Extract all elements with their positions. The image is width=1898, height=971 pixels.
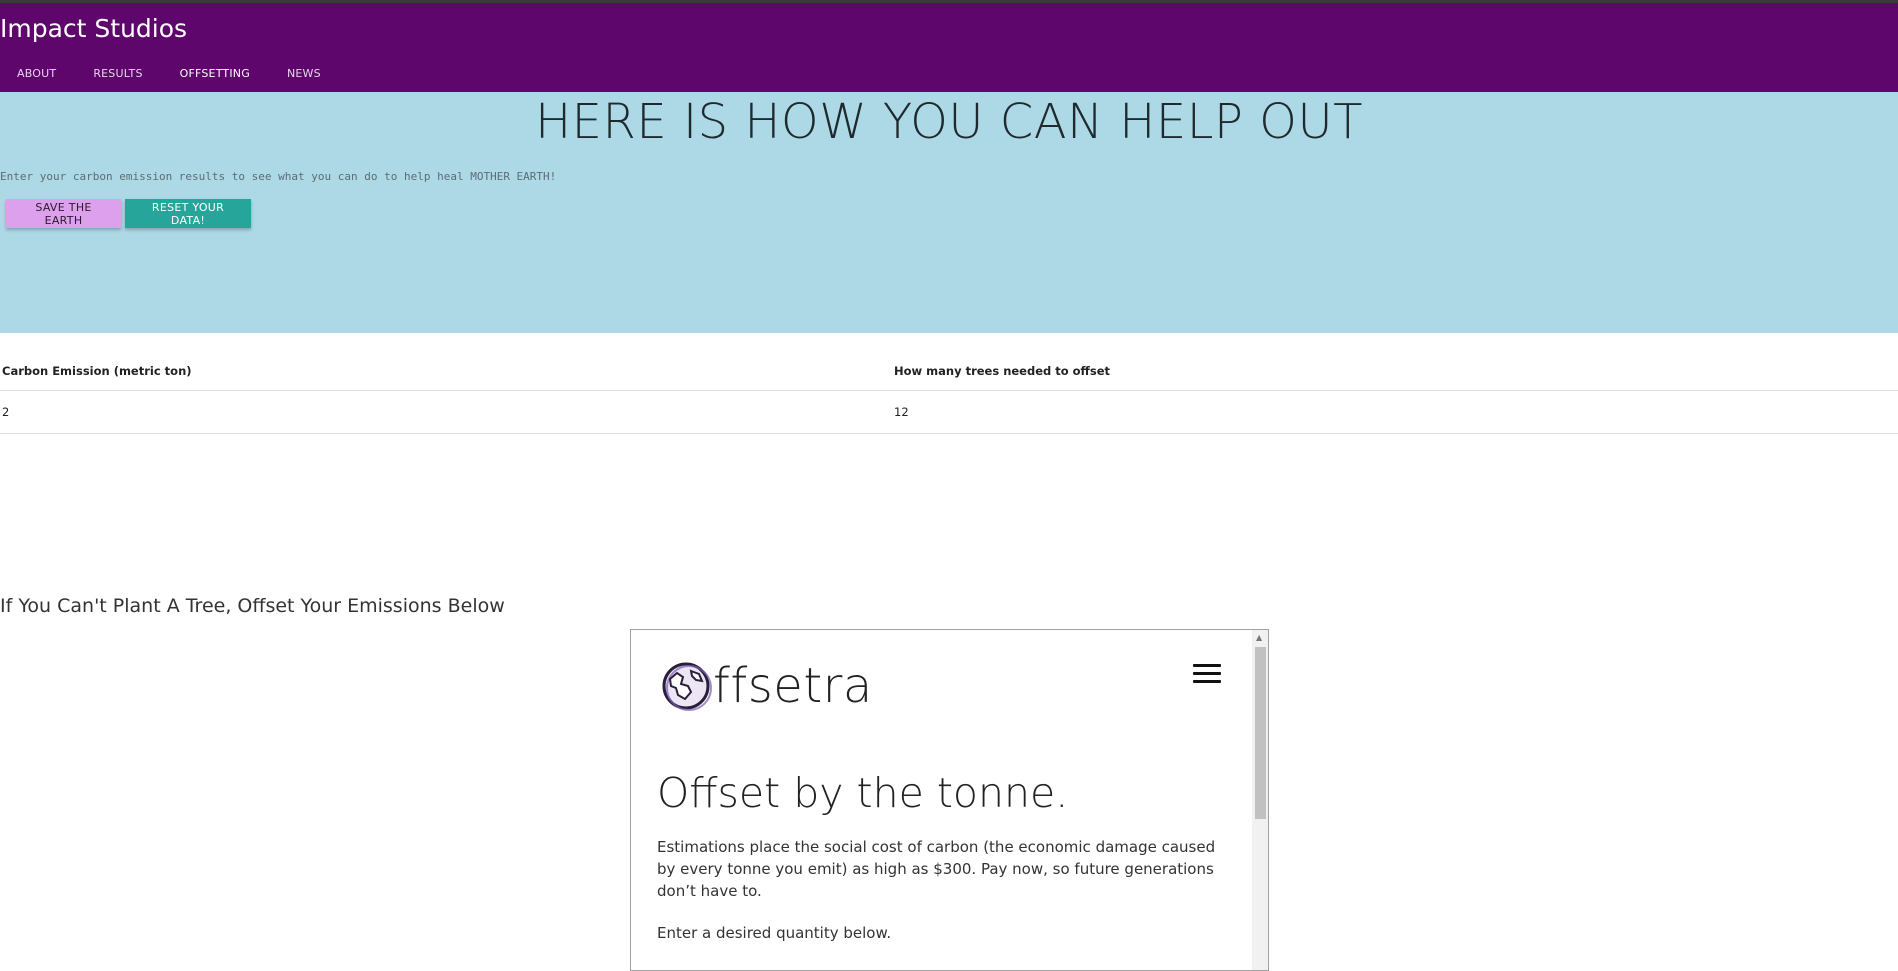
- intro-text: Enter your carbon emission results to se…: [0, 170, 557, 183]
- offsetra-logo-text: ffsetra: [713, 658, 873, 714]
- hero-section: HERE IS HOW YOU CAN HELP OUT Enter your …: [0, 92, 1898, 333]
- globe-logo-icon: [662, 662, 712, 711]
- column-header-trees: How many trees needed to offset: [892, 351, 1898, 391]
- offsetra-embed[interactable]: ffsetra Offset by the tonne. Estimations…: [630, 629, 1269, 971]
- reset-data-button[interactable]: RESET YOUR DATA!: [125, 199, 251, 228]
- nav-results[interactable]: RESULTS: [93, 67, 142, 80]
- site-header: Impact Studios ABOUT RESULTS OFFSETTING …: [0, 3, 1898, 92]
- widget-quantity-note: Enter a desired quantity below.: [657, 924, 892, 942]
- nav-about[interactable]: ABOUT: [17, 67, 56, 80]
- cell-carbon-value: 2: [0, 390, 892, 434]
- results-table: Carbon Emission (metric ton) How many tr…: [0, 351, 1898, 434]
- offsetra-logo[interactable]: ffsetra: [661, 658, 873, 714]
- nav-offsetting[interactable]: OFFSETTING: [180, 67, 250, 80]
- cell-trees-value: 12: [892, 390, 1898, 434]
- nav-news[interactable]: NEWS: [287, 67, 321, 80]
- widget-heading: Offset by the tonne.: [657, 769, 1069, 817]
- brand-title[interactable]: Impact Studios: [0, 14, 187, 43]
- page-title: HERE IS HOW YOU CAN HELP OUT: [535, 94, 1363, 150]
- widget-description: Estimations place the social cost of car…: [657, 838, 1216, 900]
- widget-scrollbar[interactable]: ▲: [1252, 630, 1268, 970]
- offset-section-heading: If You Can't Plant A Tree, Offset Your E…: [0, 595, 505, 617]
- save-the-earth-button[interactable]: SAVE THE EARTH: [6, 199, 121, 228]
- scroll-up-arrow-icon[interactable]: ▲: [1256, 633, 1262, 642]
- column-header-carbon: Carbon Emission (metric ton): [0, 351, 892, 391]
- hamburger-menu-icon[interactable]: [1193, 664, 1221, 684]
- scrollbar-thumb[interactable]: [1255, 647, 1266, 819]
- main-nav: ABOUT RESULTS OFFSETTING NEWS: [17, 67, 358, 80]
- table-header-row: Carbon Emission (metric ton) How many tr…: [0, 351, 1898, 391]
- table-row: 2 12: [0, 390, 1898, 434]
